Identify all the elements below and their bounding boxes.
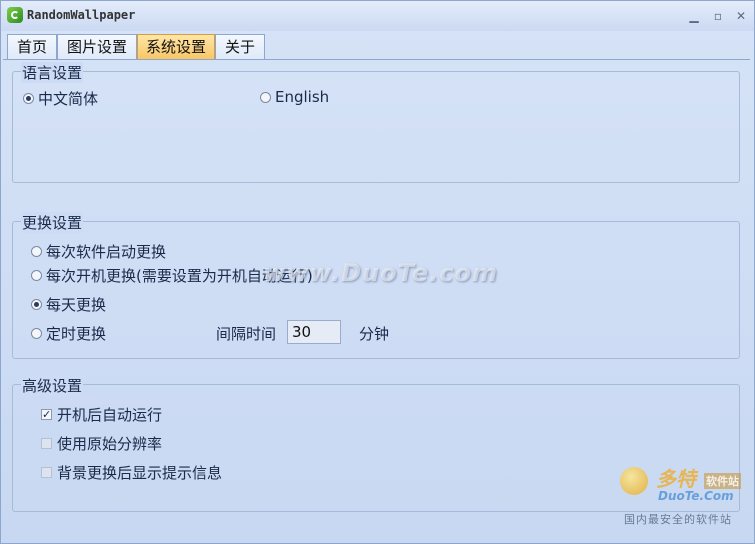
tab-about[interactable]: 关于 [215, 34, 265, 59]
language-group: 语言设置 中文简体 English [12, 62, 740, 183]
radio-change-timed[interactable]: 定时更换 [31, 323, 106, 344]
duote-logo: 多特 软件站 DuoTe.Com 国内最安全的软件站 [616, 461, 752, 531]
radio-indicator [31, 270, 42, 281]
maximize-icon[interactable]: ▫ [709, 7, 727, 25]
radio-label: English [275, 88, 330, 106]
tab-home[interactable]: 首页 [7, 34, 57, 59]
radio-indicator [31, 246, 42, 257]
logo-cn: 多特 [656, 467, 696, 491]
language-group-title: 语言设置 [21, 62, 84, 83]
app-window: RandomWallpaper ▁ ▫ ✕ 首页 图片设置 系统设置 关于 语言… [0, 0, 755, 544]
advanced-group-title: 高级设置 [21, 375, 84, 396]
checkbox-label: 开机后自动运行 [57, 406, 163, 424]
checkbox-original-resolution[interactable]: 使用原始分辨率 [41, 433, 162, 454]
checkbox-indicator [41, 467, 52, 478]
checkbox-label: 背景更换后显示提示信息 [57, 464, 223, 482]
radio-indicator [31, 299, 42, 310]
checkbox-show-notification[interactable]: 背景更换后显示提示信息 [41, 462, 222, 483]
tab-image-settings[interactable]: 图片设置 [57, 34, 137, 59]
window-title: RandomWallpaper [27, 8, 136, 22]
interval-input[interactable]: 30 [287, 320, 341, 344]
watermark-text: www.DuoTe.com [263, 259, 498, 287]
close-icon[interactable]: ✕ [732, 7, 750, 25]
radio-label: 中文简体 [38, 90, 99, 108]
title-bar[interactable]: RandomWallpaper ▁ ▫ ✕ [1, 1, 754, 31]
change-group: 更换设置 每次软件启动更换 每次开机更换(需要设置为开机自动运行) 每天更换 定… [12, 212, 740, 359]
minimize-icon[interactable]: ▁ [685, 7, 703, 25]
radio-indicator [31, 328, 42, 339]
radio-chinese[interactable]: 中文简体 [23, 88, 98, 109]
app-refresh-icon [7, 7, 23, 23]
change-group-title: 更换设置 [21, 212, 84, 233]
interval-label: 间隔时间 [216, 325, 277, 343]
checkbox-label: 使用原始分辨率 [57, 435, 163, 453]
logo-en: DuoTe.Com [658, 489, 734, 503]
logo-badge: 软件站 [704, 473, 741, 489]
checkbox-autostart[interactable]: ✓ 开机后自动运行 [41, 404, 162, 425]
interval-unit: 分钟 [359, 325, 390, 343]
mascot-icon [620, 467, 648, 495]
check-icon: ✓ [41, 408, 52, 421]
radio-english[interactable]: English [260, 88, 329, 106]
tab-system-settings[interactable]: 系统设置 [137, 34, 215, 59]
radio-label: 定时更换 [46, 325, 107, 343]
radio-indicator [23, 93, 34, 104]
checkbox-indicator [41, 438, 52, 449]
radio-change-daily[interactable]: 每天更换 [31, 294, 106, 315]
radio-indicator [260, 91, 271, 103]
radio-change-on-start[interactable]: 每次软件启动更换 [31, 241, 166, 262]
radio-label: 每次软件启动更换 [46, 243, 167, 261]
logo-slogan: 国内最安全的软件站 [624, 513, 732, 526]
radio-label: 每天更换 [46, 296, 107, 314]
